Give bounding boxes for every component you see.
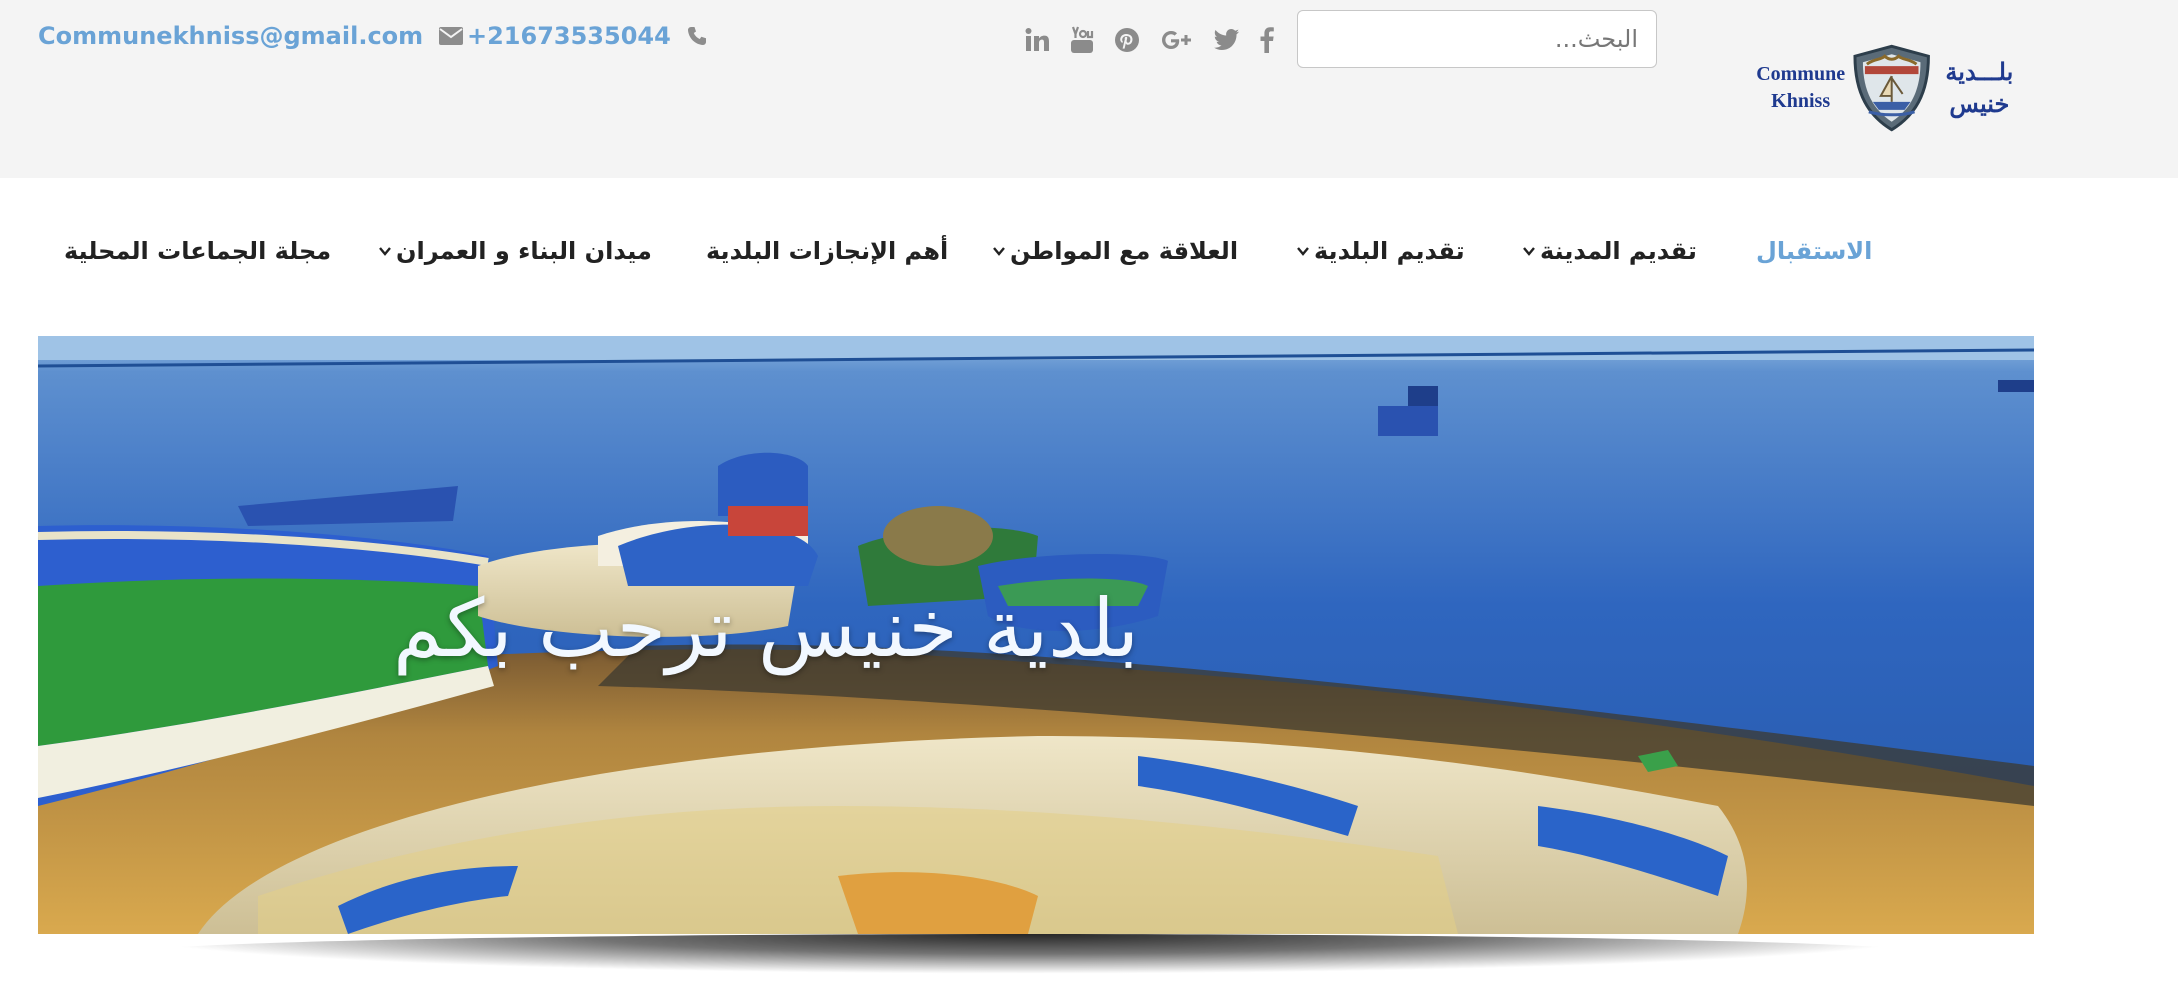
facebook-icon[interactable] — [1260, 22, 1274, 58]
crest-emblem — [1853, 44, 1931, 132]
search-input[interactable] — [1297, 10, 1657, 68]
nav-item-local-journal[interactable]: مجلة الجماعات المحلية — [64, 237, 331, 265]
nav-item-label: مجلة الجماعات المحلية — [64, 237, 332, 265]
main-nav: الاستقبال تقديم المدينة تقديم البلدية ال… — [0, 237, 2178, 285]
hero-shadow — [120, 934, 1940, 974]
nav-item-label: تقديم المدينة — [1540, 237, 1697, 265]
phone-number[interactable]: +21673535044 — [467, 22, 671, 50]
nav-item-label: الاستقبال — [1756, 237, 1873, 265]
commune-logo[interactable]: Commune Khniss بلـــدية خنيس — [1752, 44, 2024, 132]
nav-item-municipality[interactable]: تقديم البلدية — [1296, 237, 1465, 265]
social-links — [1024, 22, 1274, 58]
hero-banner: بلدية خنيس ترحب بكم — [38, 336, 2034, 934]
linkedin-icon[interactable] — [1024, 22, 1050, 58]
phone-icon — [687, 26, 707, 46]
nav-item-citizen-relations[interactable]: العلاقة مع المواطن — [992, 237, 1238, 265]
envelope-icon — [439, 27, 464, 45]
hero-title: بلدية خنيس ترحب بكم — [38, 582, 2034, 675]
nav-item-label: العلاقة مع المواطن — [1010, 237, 1239, 265]
google-plus-icon[interactable] — [1160, 22, 1194, 58]
logo-latin-line2: Khniss — [1771, 90, 1831, 112]
nav-item-label: ميدان البناء و العمران — [396, 237, 652, 265]
contact-email[interactable]: Communekhniss@gmail.com — [38, 22, 464, 50]
email-address[interactable]: Communekhniss@gmail.com — [38, 22, 423, 50]
logo-arabic-line1: بلـــدية — [1945, 57, 2014, 86]
logo-arabic-text: بلـــدية خنيس — [1935, 56, 2024, 120]
logo-arabic-line2: خنيس — [1949, 89, 2010, 118]
nav-item-city[interactable]: تقديم المدينة — [1522, 237, 1697, 265]
logo-latin-text: Commune Khniss — [1752, 61, 1849, 115]
logo-latin-line1: Commune — [1756, 63, 1846, 85]
nav-item-label: تقديم البلدية — [1314, 237, 1465, 265]
nav-item-achievements[interactable]: أهم الإنجازات البلدية — [706, 237, 948, 265]
top-bar: Communekhniss@gmail.com +21673535044 الب… — [0, 0, 2178, 178]
hero-title-text: بلدية خنيس ترحب بكم — [392, 582, 1139, 675]
contact-phone[interactable]: +21673535044 — [467, 22, 707, 50]
chevron-down-icon — [1296, 244, 1310, 258]
nav-item-home[interactable]: الاستقبال — [1756, 237, 1872, 265]
nav-item-construction[interactable]: ميدان البناء و العمران — [378, 237, 652, 265]
twitter-icon[interactable] — [1214, 22, 1240, 58]
chevron-down-icon — [992, 244, 1006, 258]
chevron-down-icon — [378, 244, 392, 258]
youtube-icon[interactable] — [1070, 22, 1094, 58]
nav-item-label: أهم الإنجازات البلدية — [706, 237, 949, 265]
chevron-down-icon — [1522, 244, 1536, 258]
pinterest-icon[interactable] — [1114, 22, 1140, 58]
